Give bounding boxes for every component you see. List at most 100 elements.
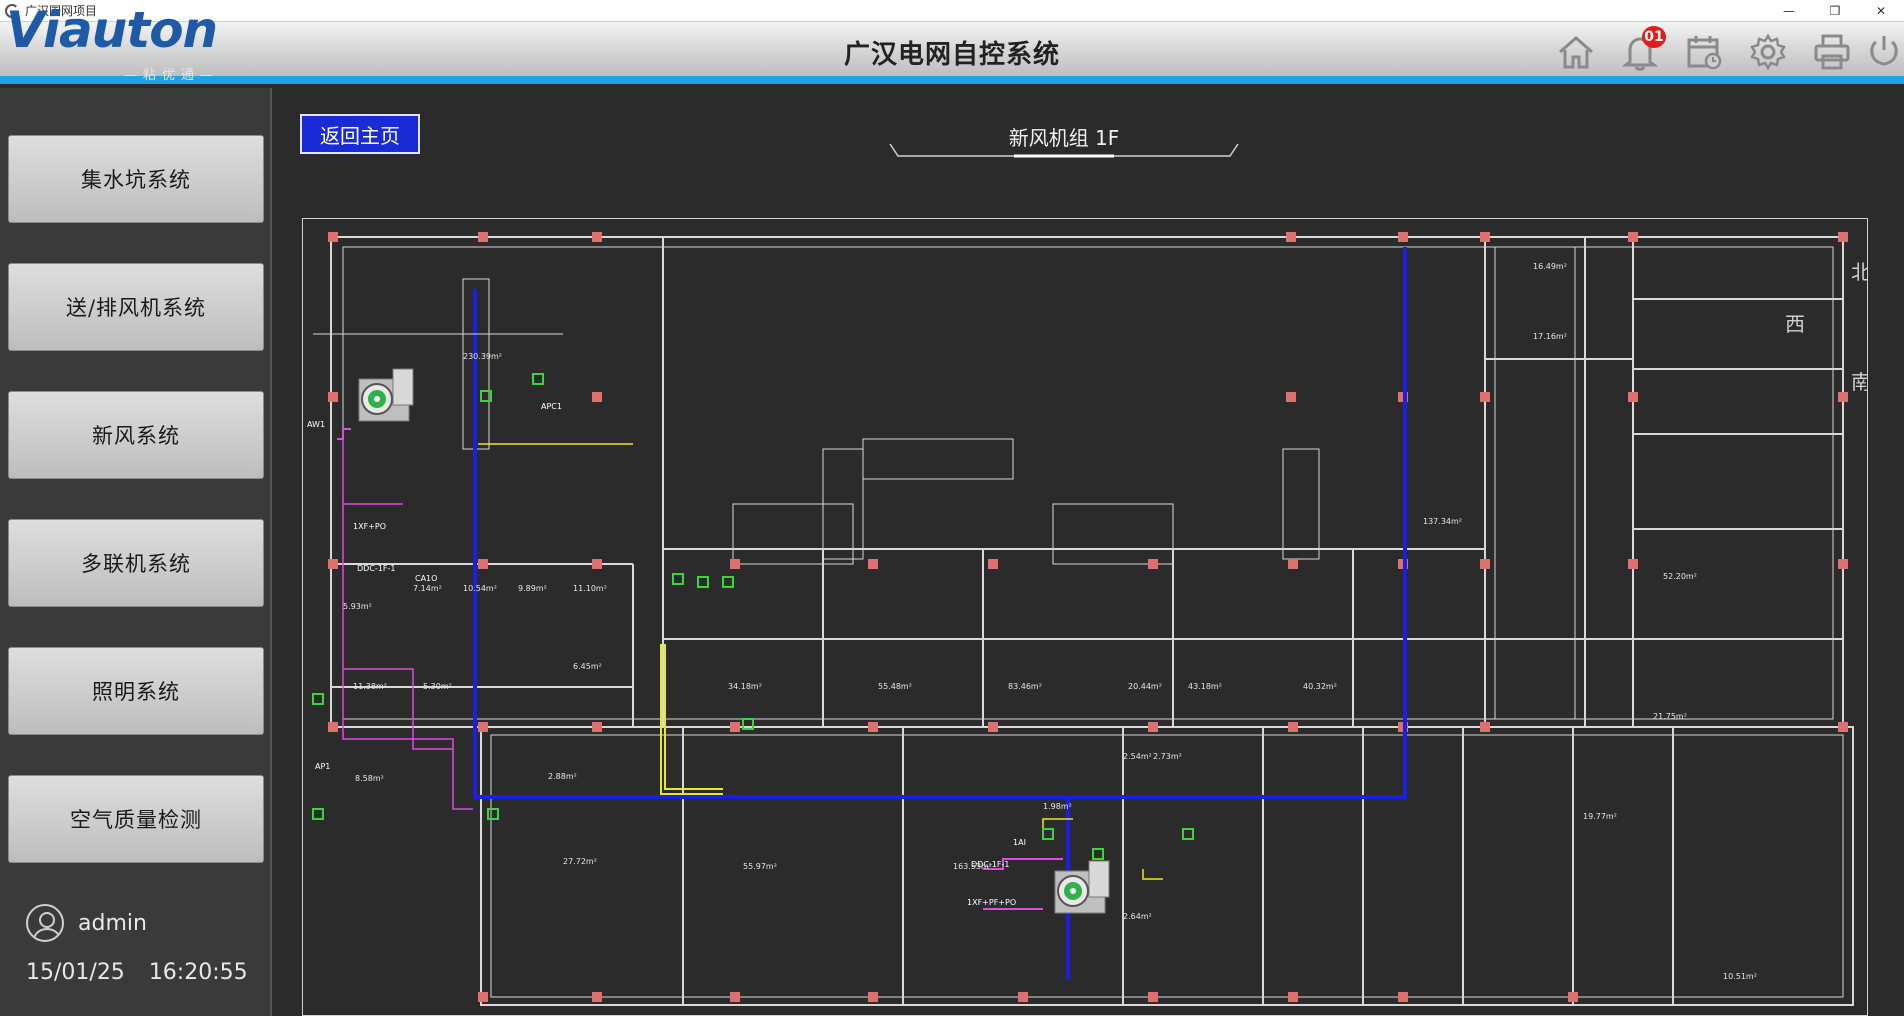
column-marker (478, 992, 488, 1002)
room-area-label: 16.49m² (1533, 262, 1567, 271)
column-marker (1018, 992, 1028, 1002)
column-marker (592, 559, 602, 569)
room-area-label: 2.88m² (548, 772, 577, 781)
fresh-air-unit-icon-2[interactable] (1054, 860, 1110, 914)
compass: 北 西 南 (1785, 260, 1868, 394)
column-marker (1838, 392, 1848, 402)
equipment-label: AW1 (307, 420, 325, 429)
compass-west: 西 (1785, 312, 1805, 336)
room-area-label: 17.16m² (1533, 332, 1567, 341)
room-area-label: 10.54m² (463, 584, 497, 593)
column-marker (1628, 559, 1638, 569)
bell-icon[interactable]: 01 (1608, 26, 1672, 74)
column-marker (1480, 392, 1490, 402)
column-marker (730, 722, 740, 732)
back-home-button[interactable]: 返回主页 (300, 114, 420, 154)
equipment-label: AP1 (315, 762, 330, 771)
nav-air-quality[interactable]: 空气质量检测 (8, 775, 264, 863)
room-area-label: 34.18m² (728, 682, 762, 691)
column-marker (868, 559, 878, 569)
notification-badge: 01 (1642, 26, 1666, 48)
room-area-label: 7.14m² (413, 584, 442, 593)
close-button[interactable]: ✕ (1858, 0, 1904, 22)
equipment-label: 1AI (1013, 838, 1026, 847)
equipment-label: APC1 (541, 402, 562, 411)
column-marker (1288, 722, 1298, 732)
compass-south: 南 (1851, 370, 1868, 394)
column-marker (1286, 392, 1296, 402)
nav-supply-exhaust-fan-system[interactable]: 送/排风机系统 (8, 263, 264, 351)
current-time: 16:20:55 (148, 960, 248, 985)
restore-button[interactable]: ❐ (1812, 0, 1858, 22)
room-area-label: 6.45m² (573, 662, 602, 671)
column-marker (478, 559, 488, 569)
nav-fresh-air-system[interactable]: 新风系统 (8, 391, 264, 479)
column-marker (592, 992, 602, 1002)
room-area-label: 40.32m² (1303, 682, 1337, 691)
room-area-label: 5.30m² (423, 682, 452, 691)
room-area-label: 2.64m² (1123, 912, 1152, 921)
column-marker (1148, 722, 1158, 732)
room-area-label: 2.54m² (1123, 752, 1152, 761)
calendar-icon[interactable] (1672, 30, 1736, 74)
column-marker (1398, 232, 1408, 242)
room-area-label: 9.89m² (518, 584, 547, 593)
minimize-button[interactable]: — (1766, 0, 1812, 22)
room-area-label: 43.18m² (1188, 682, 1222, 691)
column-marker (730, 559, 740, 569)
fresh-air-unit-icon[interactable] (358, 368, 414, 422)
room-area-label: 52.20m² (1663, 572, 1697, 581)
column-marker (1480, 722, 1490, 732)
column-marker (592, 392, 602, 402)
home-icon[interactable] (1544, 30, 1608, 74)
gear-icon[interactable] (1736, 30, 1800, 74)
room-area-label: 55.48m² (878, 682, 912, 691)
column-marker (1286, 232, 1296, 242)
equipment-label: DDC-1F-1 (357, 564, 395, 573)
column-marker (478, 232, 488, 242)
column-marker (1148, 559, 1158, 569)
printer-icon[interactable] (1800, 30, 1864, 74)
header-toolbar: 01 (1544, 26, 1904, 74)
room-area-label: 11.10m² (573, 584, 607, 593)
room-area-label: 20.44m² (1128, 682, 1162, 691)
room-labels: 230.39m² 5.93m² 7.14m² 10.54m² 9.89m² 11.10m²… (343, 262, 1757, 981)
app-header: 广汉电网自控系统 01 (0, 22, 1904, 84)
nav-sump-system[interactable]: 集水坑系统 (8, 135, 264, 223)
nav-vrf-system[interactable]: 多联机系统 (8, 519, 264, 607)
equipment-label: CA1O (415, 574, 437, 583)
sidebar: 集水坑系统 送/排风机系统 新风系统 多联机系统 照明系统 空气质量检测 adm… (0, 88, 270, 1016)
header-accent-bar (0, 76, 1904, 84)
main-panel: 返回主页 新风机组 1F AW1 1XF+PO DDC-1F-1 CA1O AP… (270, 88, 1904, 1016)
room-area-label: 83.46m² (1008, 682, 1042, 691)
equipment-label: 1XF+PF+PO (967, 898, 1016, 907)
column-marker (1480, 232, 1490, 242)
room-area-label: 11.38m² (353, 682, 387, 691)
power-icon[interactable] (1864, 30, 1904, 74)
logo-text: Viauton (6, 1, 218, 59)
column-marker (478, 722, 488, 732)
floor-plan[interactable]: AW1 1XF+PO DDC-1F-1 CA1O APC1 AP1 DDC-1F… (302, 218, 1868, 1016)
room-area-label: 2.73m² (1153, 752, 1182, 761)
equipment-labels: AW1 1XF+PO DDC-1F-1 CA1O APC1 AP1 DDC-1F… (307, 402, 1026, 907)
current-datetime: 15/01/25 16:20:55 (26, 960, 248, 985)
column-marker (988, 559, 998, 569)
nav-lighting-system[interactable]: 照明系统 (8, 647, 264, 735)
column-marker (328, 559, 338, 569)
column-marker (1288, 559, 1298, 569)
column-marker (1838, 559, 1848, 569)
room-area-label: 27.72m² (563, 857, 597, 866)
column-marker (988, 722, 998, 732)
column-marker (1568, 992, 1578, 1002)
equipment-label: 1XF+PO (353, 522, 386, 531)
column-marker (1480, 559, 1490, 569)
window-controls: — ❐ ✕ (1766, 0, 1904, 22)
column-marker (592, 232, 602, 242)
column-marker (1628, 232, 1638, 242)
room-area-label: 5.93m² (343, 602, 372, 611)
column-marker (730, 992, 740, 1002)
room-area-label: 230.39m² (463, 352, 502, 361)
title-underline (889, 143, 1239, 158)
room-area-label: 55.97m² (743, 862, 777, 871)
column-marker (1628, 392, 1638, 402)
